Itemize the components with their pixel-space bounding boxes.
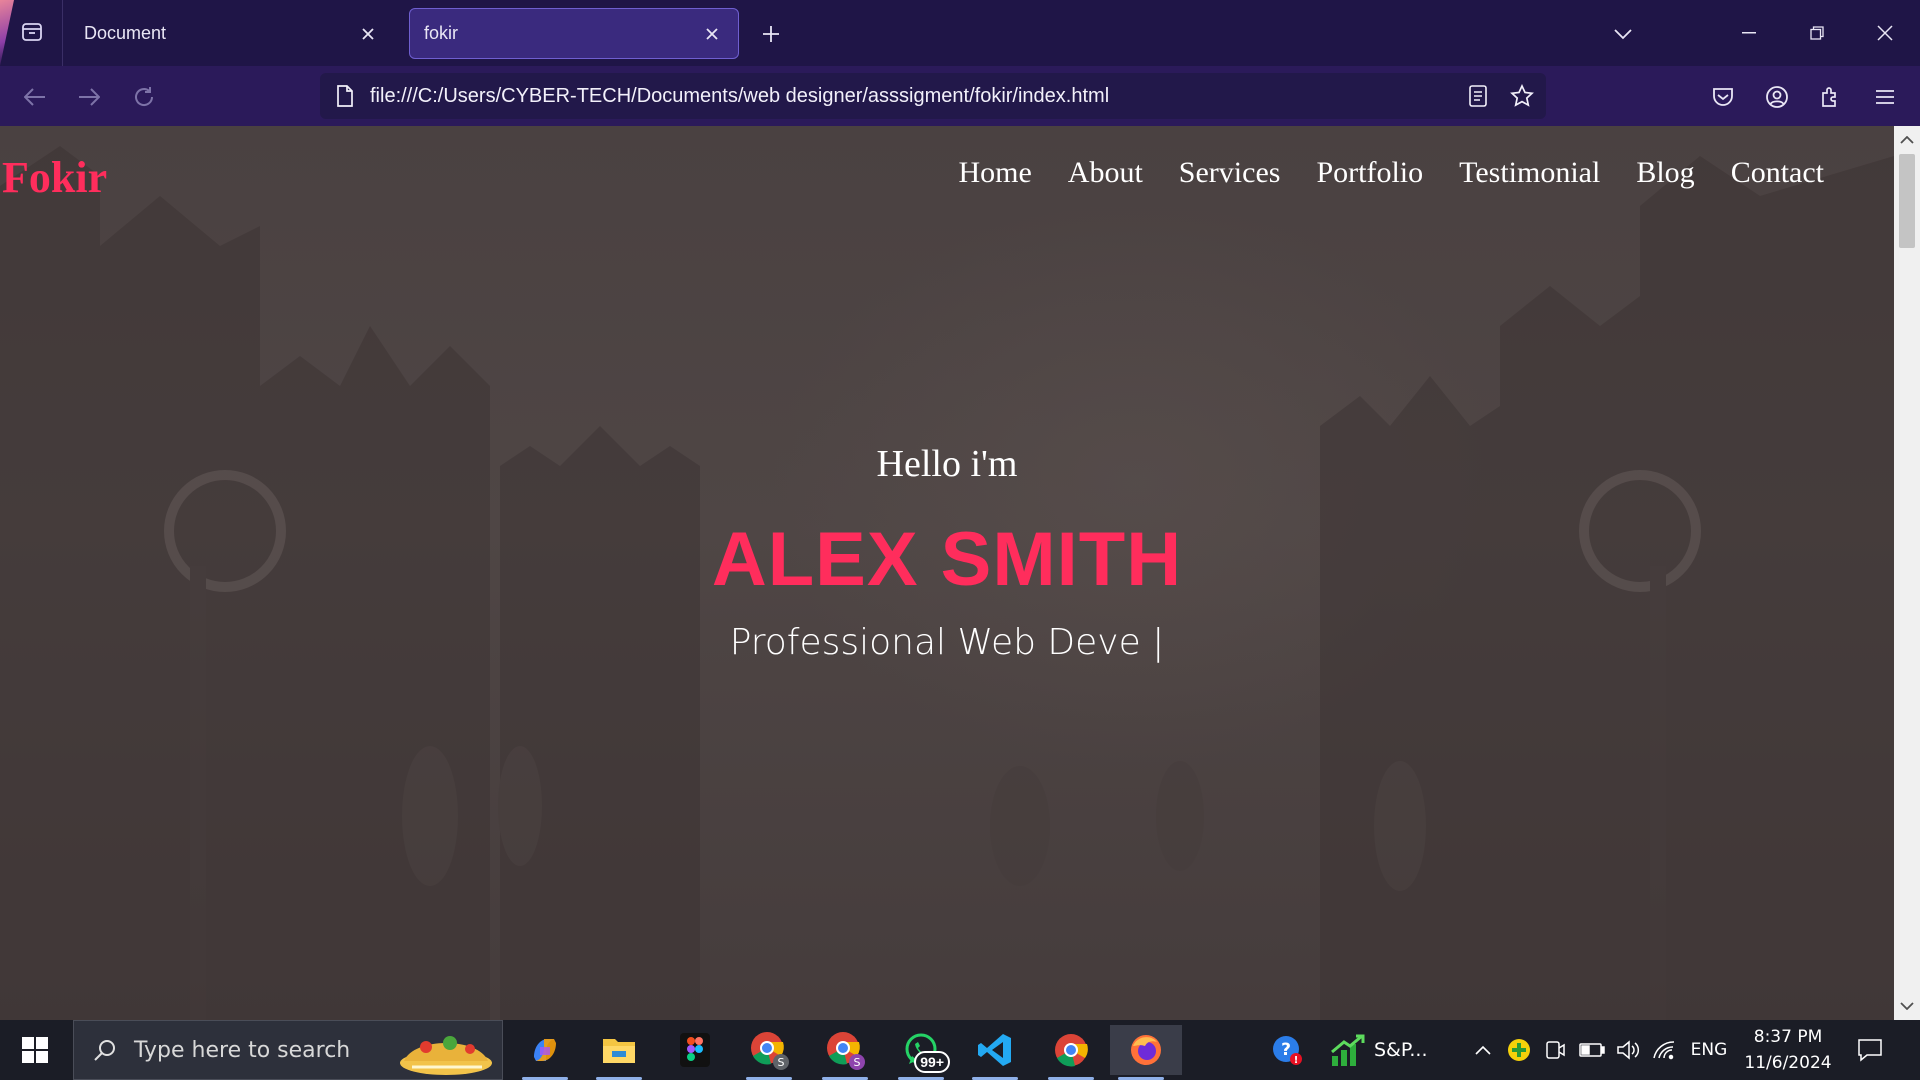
forward-arrow-icon[interactable]: [72, 80, 106, 114]
firefox-icon[interactable]: [1110, 1025, 1182, 1080]
close-icon[interactable]: [356, 22, 380, 46]
address-bar[interactable]: file:///C:/Users/CYBER-TECH/Documents/we…: [320, 73, 1546, 119]
search-icon: [90, 1035, 120, 1065]
account-icon[interactable]: [1760, 80, 1794, 114]
reader-view-icon[interactable]: [1458, 76, 1498, 116]
windows-taskbar: Type here to search S S 99+ ?! S&P... EN…: [0, 1020, 1920, 1080]
close-icon[interactable]: [700, 22, 724, 46]
taskbar-search-box[interactable]: Type here to search: [73, 1020, 503, 1080]
search-highlight-taco-icon[interactable]: [392, 1023, 496, 1079]
clock-time: 8:37 PM: [1753, 1027, 1823, 1047]
whatsapp-icon[interactable]: 99+: [890, 1025, 952, 1080]
tab-label: fokir: [424, 23, 459, 43]
browser-toolbar: file:///C:/Users/CYBER-TECH/Documents/we…: [0, 66, 1920, 126]
extensions-puzzle-icon[interactable]: [1814, 80, 1848, 114]
hero-name: ALEX SMITH: [711, 517, 1183, 602]
hamburger-menu-icon[interactable]: [1868, 80, 1902, 114]
taskbar-clock[interactable]: 8:37 PM 11/6/2024: [1742, 1024, 1834, 1076]
antivirus-tray-icon[interactable]: [1506, 1034, 1532, 1066]
bookmark-star-icon[interactable]: [1502, 76, 1542, 116]
tab-separator: [62, 0, 63, 66]
page-icon: [332, 83, 358, 109]
stock-chart-icon: [1331, 1034, 1365, 1066]
clock-date: 11/6/2024: [1744, 1053, 1832, 1073]
chevron-down-icon[interactable]: [1608, 19, 1638, 49]
help-notification-icon[interactable]: ?!: [1266, 1034, 1308, 1066]
whatsapp-badge: 99+: [914, 1051, 950, 1073]
svg-text:S: S: [778, 1056, 785, 1069]
svg-text:S: S: [854, 1056, 861, 1069]
tab-fokir[interactable]: fokir: [409, 8, 739, 59]
new-tab-plus-icon[interactable]: [756, 19, 786, 49]
minimize-icon[interactable]: [1726, 13, 1772, 53]
back-arrow-icon[interactable]: [18, 80, 52, 114]
restore-icon[interactable]: [1794, 13, 1840, 53]
windows-start-icon[interactable]: [14, 1032, 56, 1068]
search-placeholder: Type here to search: [134, 1037, 351, 1063]
figma-icon[interactable]: [664, 1025, 726, 1075]
page-scrollbar[interactable]: [1894, 126, 1920, 1020]
chrome-icon[interactable]: [1040, 1025, 1102, 1080]
reload-icon[interactable]: [127, 80, 161, 114]
page-viewport: Fokir Home About Services Portfolio Test…: [0, 126, 1894, 1020]
scrollbar-thumb[interactable]: [1899, 154, 1915, 248]
battery-icon[interactable]: [1578, 1034, 1606, 1066]
notification-center-icon[interactable]: [1850, 1032, 1890, 1068]
chrome-profile-s-icon[interactable]: S: [738, 1025, 800, 1080]
hero-greeting: Hello i'm: [876, 443, 1018, 485]
volume-icon[interactable]: [1614, 1034, 1642, 1066]
stock-label: S&P...: [1374, 1039, 1428, 1061]
stock-widget[interactable]: S&P...: [1330, 1034, 1440, 1066]
tab-label: Document: [84, 23, 167, 43]
browser-tab-bar: Document fokir: [0, 0, 1920, 66]
url-text[interactable]: file:///C:/Users/CYBER-TECH/Documents/we…: [370, 85, 1458, 108]
file-explorer-icon[interactable]: [588, 1025, 650, 1080]
scroll-down-arrow-icon[interactable]: [1894, 994, 1920, 1018]
copilot-icon[interactable]: [514, 1025, 576, 1080]
wifi-icon[interactable]: [1650, 1034, 1678, 1066]
chrome-profile-s2-icon[interactable]: S: [814, 1025, 876, 1080]
window-close-icon[interactable]: [1862, 13, 1908, 53]
firefox-view-icon[interactable]: [14, 14, 50, 50]
hero-role-typed-text: Professional Web Deve |: [729, 622, 1165, 663]
pocket-icon[interactable]: [1706, 80, 1740, 114]
chevron-up-icon[interactable]: [1470, 1034, 1496, 1066]
svg-text:!: !: [1294, 1055, 1299, 1066]
meet-now-icon[interactable]: [1542, 1034, 1568, 1066]
svg-text:?: ?: [1281, 1040, 1291, 1060]
language-indicator[interactable]: ENG: [1686, 1034, 1732, 1066]
tab-document[interactable]: Document: [70, 8, 394, 59]
hero-section: Hello i'm ALEX SMITH Professional Web De…: [0, 126, 1894, 1020]
scroll-up-arrow-icon[interactable]: [1894, 128, 1920, 152]
vscode-icon[interactable]: [964, 1025, 1026, 1080]
